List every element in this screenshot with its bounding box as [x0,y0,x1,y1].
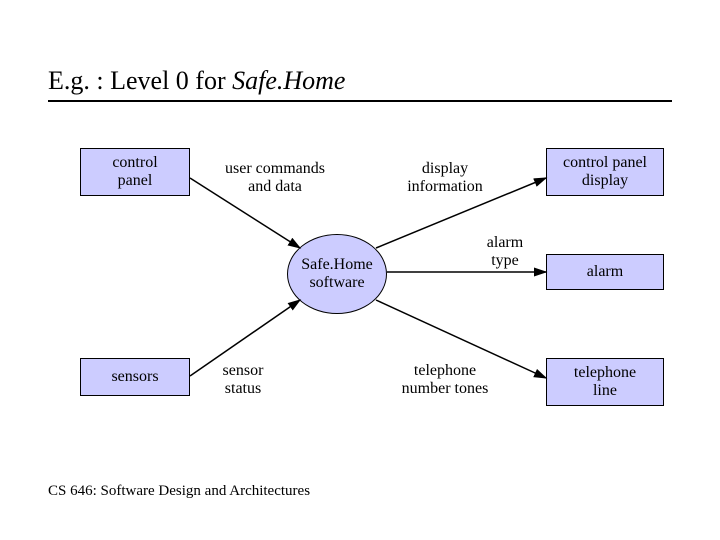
title-prefix: E.g. : Level 0 for [48,66,232,95]
page-footer: CS 646: Software Design and Architecture… [48,483,310,500]
entity-telephone-line: telephoneline [546,358,664,406]
flow-user-commands: user commandsand data [210,160,340,197]
entity-sensors-label: sensors [111,368,158,386]
entity-telephone-line-label: telephoneline [574,364,636,401]
process-safehome: Safe.Homesoftware [287,234,387,314]
entity-alarm-label: alarm [587,263,623,281]
entity-control-panel-label: controlpanel [112,154,157,191]
entity-control-display-label: control paneldisplay [563,154,647,191]
title-emphasis: Safe.Home [232,66,345,95]
entity-alarm: alarm [546,254,664,290]
flow-display-info: displayinformation [390,160,500,197]
entity-sensors: sensors [80,358,190,396]
flow-sensor-status: sensorstatus [208,362,278,399]
process-safehome-label: Safe.Homesoftware [301,256,373,293]
entity-control-panel: controlpanel [80,148,190,196]
flow-alarm-type: alarmtype [470,234,540,271]
entity-control-display: control paneldisplay [546,148,664,196]
flow-telephone-tones: telephonenumber tones [380,362,510,399]
page-title: E.g. : Level 0 for Safe.Home [48,66,345,96]
title-underline [48,100,672,102]
